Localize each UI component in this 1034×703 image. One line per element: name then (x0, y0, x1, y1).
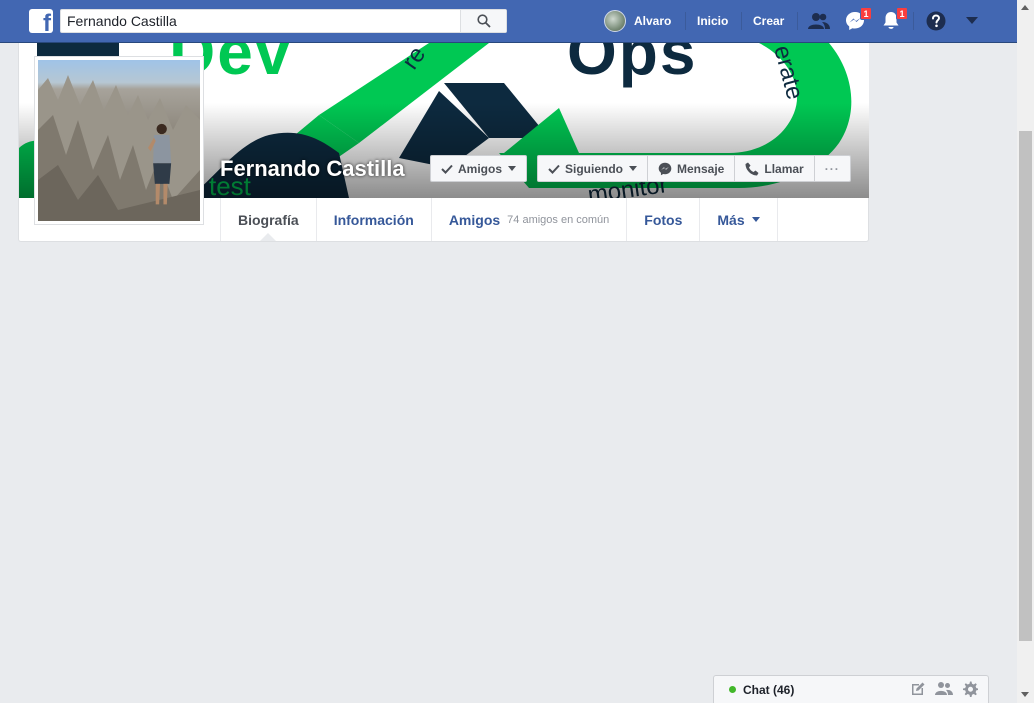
messenger-icon (658, 162, 672, 175)
following-button-label: Siguiendo (565, 161, 623, 176)
home-label: Inicio (697, 14, 729, 28)
tab-fotos[interactable]: Fotos (627, 198, 701, 241)
search-input[interactable] (67, 13, 457, 29)
friends-button-label: Amigos (458, 161, 503, 176)
nav-home-link[interactable]: Inicio (697, 0, 728, 42)
scroll-thumb[interactable] (1019, 131, 1032, 641)
phone-icon (745, 162, 759, 175)
page-scrollbar[interactable] (1017, 0, 1034, 703)
tab-label: Fotos (644, 211, 683, 228)
nav-separator (685, 12, 686, 30)
compose-icon (912, 682, 925, 695)
nav-separator (797, 12, 798, 30)
rock-formations-illustration (38, 75, 200, 221)
message-button[interactable]: Mensaje (648, 156, 736, 181)
chat-bar[interactable]: Chat (46) (713, 675, 989, 703)
check-icon (441, 164, 453, 174)
profile-header: re erate test monitor Dev Ops Fernando C… (18, 43, 869, 242)
profile-name[interactable]: Fernando Castilla (220, 156, 405, 182)
tab-label: Información (333, 211, 414, 228)
following-button[interactable]: Siguiendo (538, 156, 648, 181)
friends-icon (808, 13, 830, 29)
check-icon (548, 164, 560, 174)
tab-mas[interactable]: Más (700, 198, 778, 241)
chat-settings-button[interactable] (962, 681, 978, 700)
user-name: Alvaro (634, 14, 672, 28)
tab-informacion[interactable]: Información (317, 198, 432, 241)
chevron-down-icon (966, 17, 978, 24)
tab-amigos[interactable]: Amigos 74 amigos en común (432, 198, 628, 241)
profile-tabs: Biografía Información Amigos 74 amigos e… (220, 198, 778, 241)
gear-icon (963, 681, 978, 697)
create-label: Crear (753, 14, 785, 28)
facebook-logo-letter: f (43, 10, 51, 34)
search-box (60, 9, 507, 33)
facebook-logo[interactable]: f (29, 9, 53, 33)
help-icon (926, 11, 946, 31)
scroll-down-arrow-icon[interactable] (1021, 692, 1029, 697)
nav-separator (913, 12, 914, 30)
notifications-button[interactable]: 1 (880, 7, 908, 32)
notifications-badge: 1 (896, 7, 908, 20)
nav-separator (741, 12, 742, 30)
user-avatar (604, 10, 626, 32)
nav-create-link[interactable]: Crear (753, 0, 784, 42)
tab-biografia[interactable]: Biografía (221, 198, 317, 241)
profile-photo (38, 60, 200, 221)
messages-badge: 1 (860, 7, 872, 20)
call-button[interactable]: Llamar (735, 156, 815, 181)
person-silhouette (148, 123, 172, 205)
search-button[interactable] (460, 10, 506, 32)
top-navigation-bar: f Alvaro Inicio Crear 1 1 (0, 0, 1017, 43)
more-options-button[interactable]: ··· (815, 156, 850, 181)
friends-button[interactable]: Amigos (430, 155, 528, 182)
tab-label: Amigos (448, 211, 501, 228)
nav-profile-link[interactable]: Alvaro (604, 0, 671, 42)
call-button-label: Llamar (764, 161, 804, 176)
friend-requests-button[interactable] (808, 10, 830, 32)
caret-down-icon (629, 166, 637, 171)
profile-picture[interactable] (34, 56, 204, 225)
more-options-label: ··· (824, 161, 840, 176)
caret-down-icon (508, 166, 517, 171)
caret-down-icon (751, 217, 760, 222)
cover-text-ops: Ops (567, 43, 698, 88)
tab-label: Biografía (238, 211, 299, 228)
online-status-dot (729, 686, 736, 693)
chat-tools (910, 681, 978, 700)
help-button[interactable] (925, 10, 947, 32)
mutual-friends-count: 74 amigos en común (507, 213, 610, 226)
scroll-up-arrow-icon[interactable] (1021, 5, 1029, 10)
tab-label: Más (717, 211, 745, 228)
messages-button[interactable]: 1 (844, 7, 872, 32)
account-menu-button[interactable] (961, 10, 983, 32)
group-icon (935, 682, 953, 695)
search-icon (476, 14, 491, 28)
profile-actions: Siguiendo Mensaje Llamar ··· (537, 155, 851, 182)
create-group-button[interactable] (935, 681, 953, 700)
new-message-button[interactable] (910, 681, 926, 700)
chat-label: Chat (46) (743, 682, 795, 697)
message-button-label: Mensaje (677, 161, 725, 176)
